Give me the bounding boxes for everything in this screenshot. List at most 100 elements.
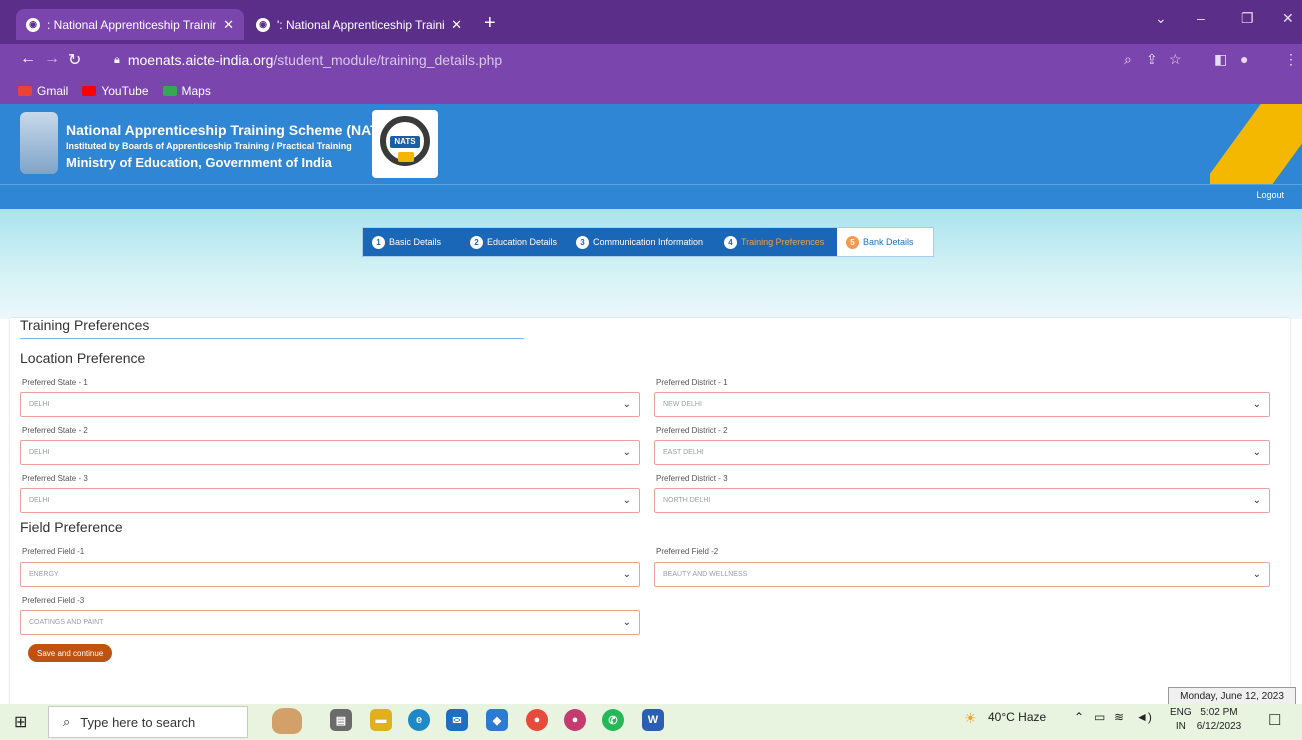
bookmarks-bar: Gmail YouTube Maps — [0, 77, 1302, 104]
windows-start-icon[interactable]: ⊞ — [14, 712, 27, 732]
field2-select[interactable]: BEAUTY AND WELLNESS ⌄ — [654, 562, 1270, 587]
weather-text[interactable]: 40°C Haze — [988, 710, 1046, 724]
field3-label: Preferred Field -3 — [22, 596, 85, 605]
address-bar[interactable]: 🔒︎ moenats.aicte-india.org/student_modul… — [114, 49, 1114, 71]
maps-icon — [162, 85, 177, 96]
close-icon[interactable]: ✕ — [451, 17, 462, 33]
maximize-button[interactable]: ❐ — [1241, 10, 1254, 27]
search-icon: ⌕ — [63, 714, 71, 729]
site-title: National Apprenticeship Training Scheme … — [66, 122, 393, 138]
profile-avatar[interactable]: ● — [1240, 51, 1248, 67]
youtube-icon — [82, 85, 97, 96]
field3-select[interactable]: COATINGS AND PAINT ⌄ — [20, 610, 640, 635]
edge-icon[interactable]: e — [408, 709, 430, 731]
chrome-profile-icon[interactable]: ● — [564, 709, 586, 731]
logout-bar — [0, 184, 1302, 209]
chevron-down-icon: ⌄ — [622, 447, 631, 458]
reload-button[interactable]: ↻ — [68, 50, 81, 70]
url-path: /student_module/training_details.php — [273, 52, 503, 68]
site-subtitle: Instituted by Boards of Apprenticeship T… — [66, 141, 352, 151]
tab-title: ': National Apprenticeship Traini — [277, 17, 445, 32]
cat-widget-icon[interactable] — [272, 708, 302, 734]
save-and-continue-button[interactable]: Save and continue — [28, 644, 113, 662]
file-explorer-icon[interactable]: ▬ — [370, 709, 392, 731]
logout-link[interactable]: Logout — [1256, 190, 1284, 200]
step-communication-information[interactable]: 3 Communication Information — [567, 228, 715, 256]
field1-select[interactable]: ENERGY ⌄ — [20, 562, 640, 587]
hero-banner — [0, 209, 1302, 319]
header-decoration — [1210, 104, 1302, 184]
tab-inactive[interactable]: ◉ ': National Apprenticeship Traini ✕ — [246, 9, 472, 40]
taskbar-search-box[interactable]: ⌕ Type here to search — [48, 706, 248, 738]
battery-icon[interactable]: ▭ — [1094, 710, 1105, 724]
emblem-logo — [20, 112, 58, 174]
sidepanel-icon[interactable]: ◧ — [1214, 51, 1227, 68]
close-icon[interactable]: ✕ — [223, 17, 234, 33]
state3-select[interactable]: DELHI ⌄ — [20, 488, 640, 513]
chevron-down-icon: ⌄ — [1252, 569, 1261, 580]
chevron-down-icon: ⌄ — [622, 399, 631, 410]
chevron-down-icon: ⌄ — [1252, 447, 1261, 458]
wifi-icon[interactable]: ≋ — [1114, 710, 1124, 724]
chevron-down-icon: ⌄ — [622, 569, 631, 580]
task-view-icon[interactable]: ▤ — [330, 709, 352, 731]
taskbar-clock[interactable]: 5:02 PM 6/12/2023 — [1196, 706, 1242, 734]
district3-select[interactable]: NORTH DELHI ⌄ — [654, 488, 1270, 513]
district1-select[interactable]: NEW DELHI ⌄ — [654, 392, 1270, 417]
chevron-down-icon: ⌄ — [622, 495, 631, 506]
notification-icon[interactable]: ☐ — [1268, 711, 1281, 729]
tab-search-icon[interactable]: ⌄ — [1155, 10, 1167, 27]
new-tab-button[interactable]: + — [484, 12, 496, 35]
bookmark-star-icon[interactable]: ☆ — [1169, 51, 1182, 68]
district2-select[interactable]: EAST DELHI ⌄ — [654, 440, 1270, 465]
forward-button[interactable]: → — [44, 50, 60, 68]
whatsapp-icon[interactable]: ✆ — [602, 709, 624, 731]
lock-icon: 🔒︎ — [114, 53, 120, 66]
field1-label: Preferred Field -1 — [22, 547, 85, 556]
section-underline — [20, 338, 524, 339]
state2-label: Preferred State - 2 — [22, 426, 88, 435]
date-tooltip: Monday, June 12, 2023 — [1168, 687, 1296, 705]
zoom-icon[interactable]: ⌕ — [1124, 51, 1132, 68]
volume-icon[interactable]: ◄) — [1136, 710, 1152, 724]
browser-menu-icon[interactable]: ⋮ — [1284, 51, 1298, 68]
mail-icon[interactable]: ✉ — [446, 709, 468, 731]
step-training-preferences[interactable]: 4 Training Preferences — [715, 228, 837, 256]
weather-icon: ☀ — [964, 710, 977, 726]
language-indicator[interactable]: ENG IN — [1170, 706, 1192, 734]
share-icon[interactable]: ⇪ — [1146, 51, 1158, 68]
step-basic-details[interactable]: 1 Basic Details — [363, 228, 461, 256]
field2-label: Preferred Field -2 — [656, 547, 719, 556]
state1-select[interactable]: DELHI ⌄ — [20, 392, 640, 417]
district1-label: Preferred District - 1 — [656, 378, 728, 387]
minimize-button[interactable]: – — [1197, 10, 1205, 26]
district2-label: Preferred District - 2 — [656, 426, 728, 435]
step-education-details[interactable]: 2 Education Details — [461, 228, 567, 256]
tray-overflow-icon[interactable]: ⌃ — [1074, 710, 1084, 724]
bookmark-gmail[interactable]: Gmail — [18, 84, 68, 98]
state3-label: Preferred State - 3 — [22, 474, 88, 483]
bookmark-maps[interactable]: Maps — [162, 84, 211, 98]
state1-label: Preferred State - 1 — [22, 378, 88, 387]
globe-icon: ◉ — [256, 17, 270, 32]
globe-icon: ◉ — [26, 17, 40, 32]
progress-stepper: 1 Basic Details 2 Education Details 3 Commu… — [362, 227, 934, 257]
chrome-icon[interactable]: ● — [526, 709, 548, 731]
bookmark-youtube[interactable]: YouTube — [82, 84, 149, 98]
chevron-down-icon: ⌄ — [622, 617, 631, 628]
chevron-down-icon: ⌄ — [1252, 495, 1261, 506]
step-bank-details[interactable]: 5 Bank Details — [837, 228, 933, 256]
state2-select[interactable]: DELHI ⌄ — [20, 440, 640, 465]
url-host: moenats.aicte-india.org — [127, 52, 274, 68]
taskbar-search-placeholder: Type here to search — [80, 714, 196, 730]
window-close-button[interactable]: ✕ — [1282, 10, 1294, 27]
section-title: Training Preferences — [20, 317, 150, 333]
tab-active[interactable]: ◉ : National Apprenticeship Trainin ✕ — [16, 9, 244, 40]
app-icon[interactable]: ◆ — [486, 709, 508, 731]
chevron-down-icon: ⌄ — [1252, 399, 1261, 410]
graduation-cap-icon — [398, 152, 414, 162]
field-preference-heading: Field Preference — [20, 519, 123, 535]
word-icon[interactable]: W — [642, 709, 664, 731]
back-button[interactable]: ← — [20, 50, 36, 68]
location-preference-heading: Location Preference — [20, 350, 146, 366]
